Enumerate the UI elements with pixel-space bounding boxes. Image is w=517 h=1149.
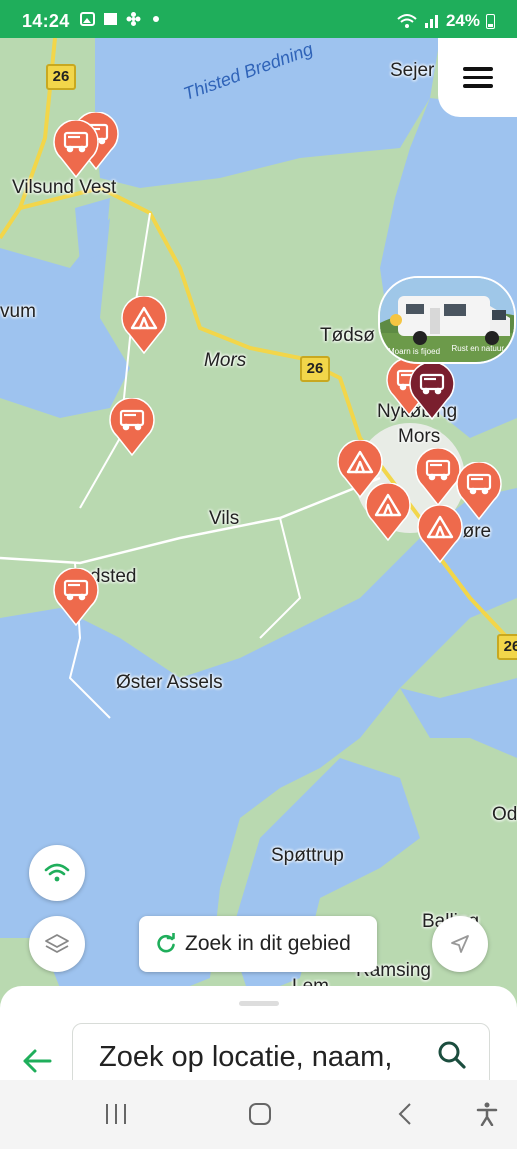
road-shield: 26 <box>300 356 330 382</box>
menu-button[interactable] <box>438 38 517 117</box>
road-shield: 26 <box>46 64 76 90</box>
map-layers-button[interactable] <box>29 916 85 972</box>
wifi-icon <box>44 863 70 882</box>
photo-notification-icon <box>103 12 118 26</box>
status-bar: 14:24 24% <box>0 0 517 38</box>
signal-icon <box>424 15 438 28</box>
photo-caption-left: Moarn is fijoed <box>388 347 441 356</box>
place-spottrup: Spøttrup <box>271 845 344 866</box>
camper-icon <box>109 397 155 457</box>
place-todso: Tødsø <box>320 325 375 346</box>
navigation-arrow-icon <box>451 935 469 953</box>
status-time: 14:24 <box>22 11 70 31</box>
refresh-icon <box>157 933 175 953</box>
camper-pin[interactable] <box>52 119 100 179</box>
selected-camper-pin[interactable] <box>408 361 456 421</box>
hamburger-menu-icon <box>462 62 493 93</box>
campsite-pin[interactable] <box>416 504 464 564</box>
search-this-area-button[interactable]: Zoek in dit gebied <box>139 916 377 972</box>
wifi-filter-button[interactable] <box>29 845 85 901</box>
campsite-pin[interactable] <box>364 482 412 542</box>
home-icon[interactable] <box>248 1102 272 1126</box>
accessibility-icon[interactable] <box>475 1102 499 1126</box>
tent-icon <box>417 504 463 564</box>
place-mors: Mors <box>398 426 441 447</box>
place-mors-island: Mors <box>204 350 247 371</box>
camper-icon <box>53 567 99 627</box>
camper-icon <box>53 119 99 179</box>
back-icon[interactable] <box>394 1102 418 1126</box>
location-photo-preview[interactable]: Moarn is fijoed Rust en natuur <box>378 276 516 364</box>
place-vum: vum <box>0 301 36 322</box>
system-navigation-bar <box>0 1080 517 1149</box>
tent-icon <box>121 295 167 355</box>
recent-apps-icon[interactable] <box>104 1102 128 1126</box>
place-vils: Vils <box>209 508 240 529</box>
notification-icons <box>80 12 164 26</box>
camper-pin[interactable] <box>52 567 100 627</box>
place-od: Od <box>492 804 517 825</box>
search-icon[interactable] <box>437 1040 467 1070</box>
camper-icon <box>409 361 455 421</box>
place-oster-assels: Øster Assels <box>116 672 223 693</box>
campsite-pin[interactable] <box>120 295 168 355</box>
photo-caption-right: Rust en natuur <box>451 344 504 353</box>
bottom-search-sheet[interactable] <box>0 986 517 1093</box>
flower-notification-icon <box>126 12 141 26</box>
battery-icon <box>486 13 495 29</box>
back-arrow-icon[interactable] <box>20 1046 54 1076</box>
dot-notification-icon <box>149 12 164 26</box>
battery-percent: 24% <box>445 11 480 30</box>
locate-me-button[interactable] <box>432 916 488 972</box>
search-input[interactable] <box>99 1032 419 1082</box>
search-this-area-label: Zoek in dit gebied <box>185 932 351 955</box>
place-vilsund-vest: Vilsund Vest <box>12 177 117 198</box>
sheet-drag-handle[interactable] <box>239 1001 279 1006</box>
layers-icon <box>45 934 69 953</box>
road-shield: 26 <box>497 634 517 660</box>
place-sejer: Sejer <box>390 60 435 81</box>
gallery-notification-icon <box>80 12 95 26</box>
camper-pin[interactable] <box>108 397 156 457</box>
tent-icon <box>365 482 411 542</box>
wifi-status-icon <box>397 14 417 28</box>
